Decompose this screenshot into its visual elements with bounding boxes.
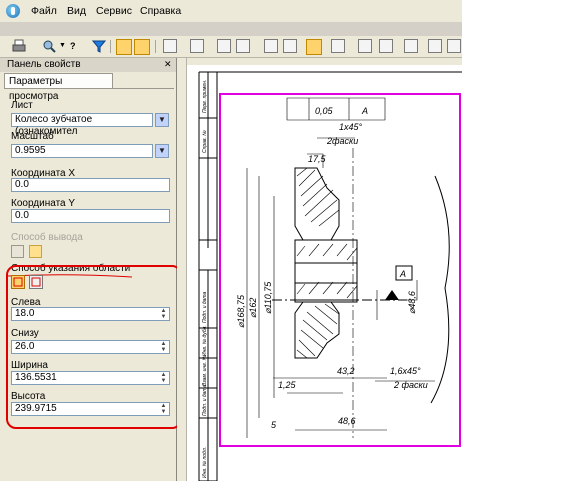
filter-icon[interactable] <box>91 39 107 53</box>
print-preview-icon[interactable] <box>42 39 56 53</box>
scale-label: Масштаб <box>11 131 54 142</box>
select-sheet-icon[interactable] <box>116 39 132 55</box>
stamp-text: Подп. и дата <box>202 384 208 416</box>
separator <box>155 40 156 53</box>
chevron-down-icon[interactable]: ▼ <box>155 144 169 158</box>
application-window: Файл Вид Сервис Справка ▼ ? Панель свойс… <box>0 0 462 482</box>
coord-x-input[interactable]: 0.0 <box>11 178 170 192</box>
zoom-icon[interactable] <box>428 39 442 53</box>
stamp-text: Подп. и дата <box>202 291 208 323</box>
chamfer-top-note: 2фаски <box>326 136 358 146</box>
chamfer-bottom-note: 2 фаски <box>393 380 428 390</box>
rotate-icon[interactable] <box>217 39 231 53</box>
output-mode-button-2[interactable] <box>29 245 42 258</box>
tab-divider <box>4 88 174 89</box>
app-logo-icon[interactable] <box>6 4 20 18</box>
select-area-icon[interactable] <box>134 39 150 55</box>
dim-43-2: 43,2 <box>337 366 355 376</box>
tol-datum-text: A <box>361 106 368 116</box>
page-setup-icon[interactable] <box>404 39 418 53</box>
print-icon[interactable] <box>12 39 26 53</box>
fit-page-icon[interactable] <box>264 39 278 53</box>
scale-select[interactable]: 0.9595 <box>11 144 153 158</box>
layout-2-icon[interactable] <box>190 39 204 53</box>
tile-2-icon[interactable] <box>379 39 393 53</box>
dim-48-6: 48,6 <box>338 416 356 426</box>
chevron-down-icon[interactable]: ▼ <box>155 113 169 127</box>
coord-y-label: Координата Y <box>11 198 76 209</box>
stamp-text: Инв. № дубл. <box>202 325 208 356</box>
stamp-text: Перв. примен. <box>202 80 208 113</box>
dim-d168: ⌀168,75 <box>236 294 246 328</box>
datum-a-text: A <box>399 269 406 279</box>
menu-help[interactable]: Справка <box>140 5 181 17</box>
stamp-text: Инв. № подл. <box>202 447 208 478</box>
drawing-canvas[interactable]: 0,05 A 1x45° 2фаски 17,5 A 1,25 43,2 1,6… <box>177 58 462 482</box>
help-pointer-icon[interactable]: ? <box>70 39 84 53</box>
dim-17-5: 17,5 <box>308 154 327 164</box>
menu-service[interactable]: Сервис <box>96 5 132 17</box>
drawing-svg: 0,05 A 1x45° 2фаски 17,5 A 1,25 43,2 1,6… <box>186 58 462 482</box>
dim-1-25: 1,25 <box>278 380 297 390</box>
dim-d162: ⌀162 <box>248 298 258 318</box>
dim-d48: ⌀48,6 <box>407 291 417 314</box>
chamfer-top-text: 1x45° <box>339 122 363 132</box>
highlight-frame <box>6 265 182 429</box>
mirror-icon[interactable] <box>236 39 250 53</box>
stamp-text: Взам. инв. № <box>202 354 208 386</box>
fit-width-icon[interactable] <box>283 39 297 53</box>
sheet-label: Лист <box>11 100 33 111</box>
zoom-2-icon[interactable] <box>447 39 461 53</box>
stamp-text: Справ. № <box>202 130 208 153</box>
dim-d110: ⌀110,75 <box>263 281 273 314</box>
sheet-select[interactable]: Колесо зубчатое (ознакомител <box>11 113 153 137</box>
menu-file[interactable]: Файл <box>31 5 57 17</box>
menu-bar: Файл Вид Сервис Справка <box>0 0 462 22</box>
tab-view-params[interactable]: Параметры просмотра <box>4 73 113 102</box>
vertical-ruler[interactable] <box>177 58 187 481</box>
output-mode-label: Способ вывода <box>11 232 83 243</box>
separator <box>110 40 111 53</box>
dim-5: 5 <box>271 420 277 430</box>
output-mode-button[interactable] <box>11 245 24 258</box>
blank-area <box>462 0 587 481</box>
grid-icon[interactable] <box>331 39 345 53</box>
main-toolbar: ▼ ? <box>0 36 462 58</box>
chamfer-bottom-text: 1,6x45° <box>390 366 421 376</box>
view-page-icon[interactable] <box>306 39 322 55</box>
menu-view[interactable]: Вид <box>67 5 86 17</box>
panel-title: Панель свойств <box>0 58 176 72</box>
coord-y-input[interactable]: 0.0 <box>11 209 170 223</box>
layout-icon[interactable] <box>163 39 177 53</box>
dropdown-arrow-icon[interactable]: ▼ <box>59 39 66 53</box>
tile-icon[interactable] <box>358 39 372 53</box>
tol-value-text: 0,05 <box>315 106 334 116</box>
close-icon[interactable]: ✕ <box>164 60 173 69</box>
